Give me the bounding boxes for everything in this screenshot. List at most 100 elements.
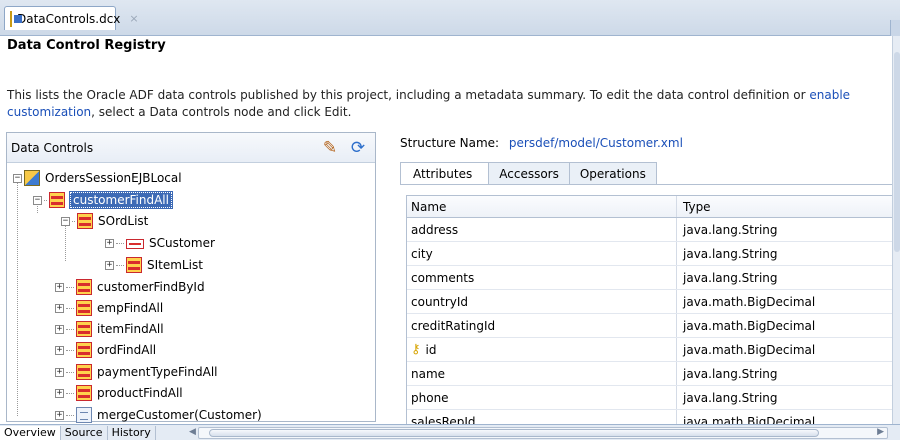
editor-window: DataControls.dcx × Data Control Registry… [0,0,900,440]
tree-item-customerfindall[interactable]: − customerFindAll [33,189,173,211]
attr-type: java.math.BigDecimal [683,318,816,333]
table-row[interactable]: comments java.lang.String [407,266,892,290]
table-row[interactable]: city java.lang.String [407,242,892,266]
editor-tab-strip: DataControls.dcx × [0,0,900,36]
description-body: This lists the Oracle ADF data controls … [7,88,810,102]
collection-icon [77,213,93,229]
selected-node-label: customerFindAll [69,191,173,209]
attributes-table: Name Type address java.lang.String city … [406,195,892,425]
collapse-icon[interactable]: − [13,173,22,183]
tab-accessors[interactable]: Accessors [488,162,570,184]
collection-icon [76,385,92,401]
method-icon [76,407,92,423]
expand-icon[interactable]: + [55,303,64,313]
session-bean-icon [24,170,40,186]
tab-title: DataControls.dcx [17,11,121,26]
tab-scroll-handle[interactable] [890,20,900,36]
attr-type: java.lang.String [683,270,778,285]
data-controls-title: Data Controls [11,140,94,155]
collection-icon [49,192,65,208]
table-row[interactable]: ⚷ id java.math.BigDecimal [407,338,892,362]
vertical-scroll-thumb[interactable] [894,52,900,252]
description-tail: , select a Data controls node and click … [91,105,352,119]
tree-item-paymenttypefindall[interactable]: + paymentTypeFindAll [55,361,217,383]
table-row[interactable]: name java.lang.String [407,362,892,386]
scroll-right-icon[interactable]: ▶ [877,427,884,437]
close-icon[interactable]: × [129,12,138,25]
expand-icon[interactable]: + [55,388,64,398]
expand-icon[interactable]: + [55,282,64,292]
tree-item-scustomer[interactable]: + SCustomer [105,232,215,254]
structure-name-link[interactable]: persdef/model/Customer.xml [509,136,683,150]
collapse-icon[interactable]: − [61,216,70,226]
attr-name: phone [407,386,677,409]
collection-icon [76,279,92,295]
horizontal-scrollbar[interactable]: ◀ ▶ [189,427,888,439]
structure-name-line: Structure Name: persdef/model/Customer.x… [400,136,683,150]
collection-icon [76,342,92,358]
tree-item-empfindall[interactable]: + empFindAll [55,297,163,319]
tab-attributes[interactable]: Attributes [400,162,490,185]
attr-name: comments [407,266,677,289]
tree-item-mergecustomer[interactable]: + mergeCustomer(Customer) [55,404,262,426]
collapse-icon[interactable]: − [33,195,42,205]
collection-icon [76,300,92,316]
scroll-left-icon[interactable]: ◀ [189,427,196,437]
attr-type: java.lang.String [683,366,778,381]
attr-name: address [407,218,677,241]
structure-tabs: Attributes Accessors Operations [400,162,657,185]
tree-item-orderssessionejblocal[interactable]: − OrdersSessionEJBLocal [13,167,182,189]
expand-icon[interactable]: + [105,260,114,270]
attr-type: java.lang.String [683,246,778,261]
primary-key-icon: ⚷ [411,342,421,357]
tree-item-sordlist[interactable]: − SOrdList [61,210,148,232]
collection-icon [126,257,142,273]
table-header: Name Type [407,196,892,218]
tab-operations[interactable]: Operations [568,162,657,184]
attr-name: creditRatingId [407,314,677,337]
editor-bottom-bar: Overview Source History ◀ ▶ [0,424,900,440]
attr-type: java.math.BigDecimal [683,414,816,426]
attr-type: java.lang.String [683,390,778,405]
attr-name: id [425,342,437,357]
dcx-file-icon [10,10,22,27]
tree-item-ordfindall[interactable]: + ordFindAll [55,339,156,361]
column-header-name[interactable]: Name [407,196,677,217]
accessor-icon [126,239,144,249]
tab-source[interactable]: Source [60,426,108,440]
horizontal-scroll-thumb[interactable] [209,429,819,437]
tree-item-sitemlist[interactable]: + SItemList [105,254,203,276]
table-row[interactable]: salesRepId java.math.BigDecimal [407,410,892,425]
tree-item-productfindall[interactable]: + productFindAll [55,382,183,404]
expand-icon[interactable]: + [55,410,64,420]
collection-icon [76,321,92,337]
attr-type: java.lang.String [683,222,778,237]
tab-datacontrols-dcx[interactable]: DataControls.dcx × [4,6,139,30]
data-controls-header: Data Controls ✎ ⟳ [7,133,375,163]
table-row[interactable]: phone java.lang.String [407,386,892,410]
edit-pencil-icon[interactable]: ✎ [319,137,341,159]
data-controls-panel: Data Controls ✎ ⟳ − OrdersSessionEJBLoca… [6,132,376,423]
table-row[interactable]: address java.lang.String [407,218,892,242]
tab-history[interactable]: History [107,426,156,440]
table-row[interactable]: countryId java.math.BigDecimal [407,290,892,314]
table-row[interactable]: creditRatingId java.math.BigDecimal [407,314,892,338]
tab-overview[interactable]: Overview [0,426,61,440]
tree-item-itemfindall[interactable]: + itemFindAll [55,318,164,340]
structure-name-label: Structure Name: [400,136,500,150]
attr-type: java.math.BigDecimal [683,294,816,309]
column-header-type[interactable]: Type [677,196,892,217]
tree-item-customerfindbyid[interactable]: + customerFindById [55,276,205,298]
expand-icon[interactable]: + [55,367,64,377]
attr-name: name [407,362,677,385]
attr-name: salesRepId [407,410,677,425]
expand-icon[interactable]: + [55,324,64,334]
page-title: Data Control Registry [7,38,166,53]
expand-icon[interactable]: + [105,238,114,248]
collection-icon [76,364,92,380]
attr-name: city [407,242,677,265]
vertical-scrollbar[interactable] [892,36,900,440]
attr-type: java.math.BigDecimal [683,342,816,357]
refresh-icon[interactable]: ⟳ [347,137,369,159]
expand-icon[interactable]: + [55,345,64,355]
